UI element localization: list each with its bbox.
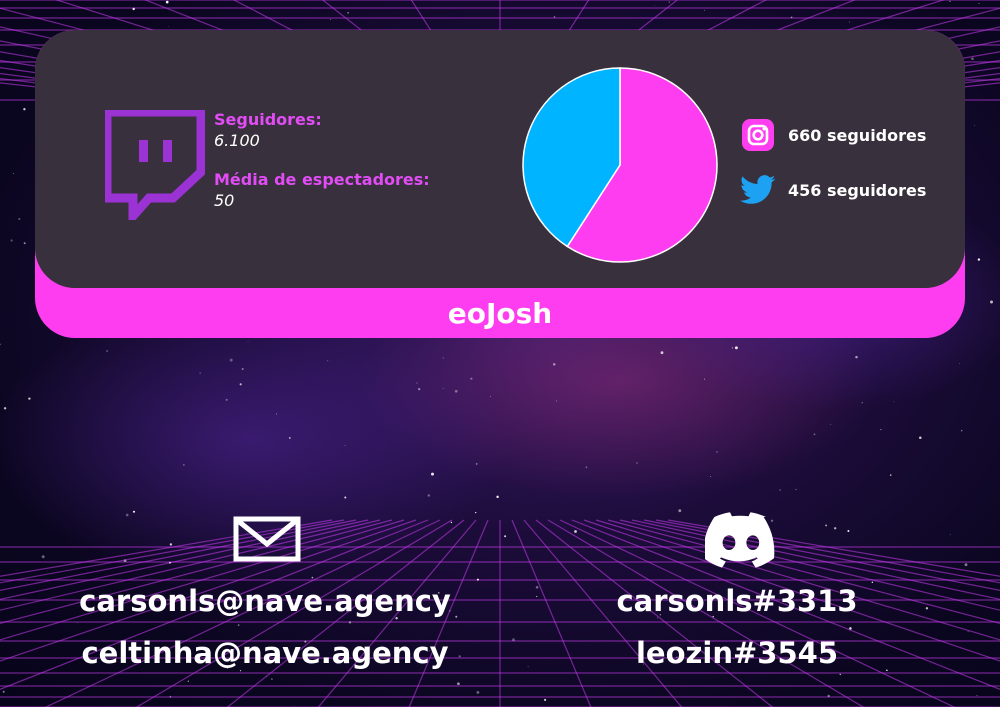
followers-value: 6.100: [214, 131, 260, 150]
streamer-card: Seguidores: 6.100 Média de espectadores:…: [35, 30, 965, 338]
email-contact-2[interactable]: celtinha@nave.agency: [65, 636, 465, 670]
discord-icon: [705, 512, 775, 568]
instagram-icon: [740, 117, 776, 153]
followers-pie-chart: [522, 67, 718, 263]
mail-icon: [233, 516, 301, 562]
email-contact-1[interactable]: carsonls@nave.agency: [65, 584, 465, 618]
instagram-row: 660 seguidores: [740, 117, 926, 153]
discord-contact-2[interactable]: leozin#3545: [537, 636, 937, 670]
twitter-row: 456 seguidores: [740, 172, 926, 208]
viewers-stat: Média de espectadores: 50: [214, 170, 430, 210]
twitch-icon: [105, 110, 205, 220]
instagram-followers: 660 seguidores: [788, 125, 927, 145]
twitter-followers: 456 seguidores: [788, 180, 927, 200]
viewers-value: 50: [214, 191, 235, 210]
followers-stat: Seguidores: 6.100: [214, 110, 322, 150]
viewers-label: Média de espectadores:: [214, 170, 430, 189]
followers-label: Seguidores:: [214, 110, 322, 129]
streamer-stats-panel: Seguidores: 6.100 Média de espectadores:…: [35, 30, 965, 288]
twitter-icon: [740, 172, 776, 208]
discord-contact-1[interactable]: carsonls#3313: [537, 584, 937, 618]
streamer-name: eoJosh: [447, 296, 553, 330]
